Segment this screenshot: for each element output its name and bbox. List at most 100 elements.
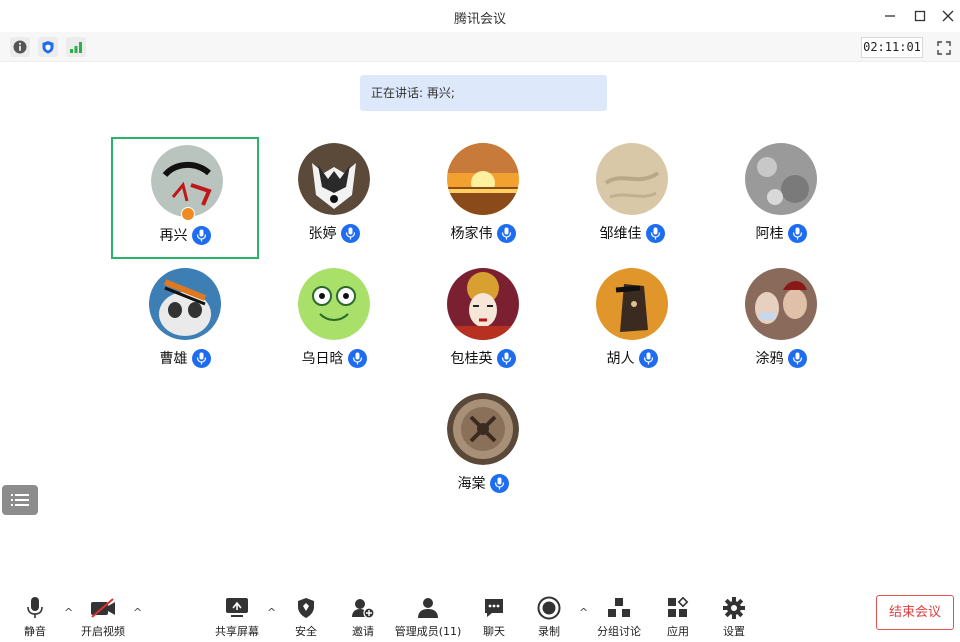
breakout-label: 分组讨论 xyxy=(597,625,641,638)
manage-members-button[interactable]: 管理成员(11) xyxy=(395,596,461,640)
signal-icon[interactable] xyxy=(66,37,86,57)
host-badge-icon xyxy=(181,207,195,221)
microphone-status-icon xyxy=(347,348,367,368)
speaking-banner: 正在讲话: 再兴; xyxy=(360,75,607,111)
participant-tile[interactable]: 胡人 xyxy=(558,262,706,384)
participant-name: 邹维佳 xyxy=(599,226,642,242)
speaking-label: 正在讲话: 再兴; xyxy=(371,86,455,100)
avatar xyxy=(447,268,519,340)
participant-name: 曹雄 xyxy=(159,351,188,367)
apps-button[interactable]: 应用 xyxy=(648,596,708,640)
breakout-button[interactable]: 分组讨论 xyxy=(589,596,649,640)
participant-tile[interactable]: 乌日晗 xyxy=(260,262,408,384)
participant-nameline: 胡人 xyxy=(558,348,706,368)
microphone-status-icon xyxy=(191,348,211,368)
participant-nameline: 涂鸦 xyxy=(707,348,855,368)
participant-name: 杨家伟 xyxy=(450,226,493,242)
list-icon xyxy=(11,494,29,506)
participant-tile[interactable]: 再兴 xyxy=(111,137,259,259)
participant-nameline: 再兴 xyxy=(113,225,257,245)
microphone-status-icon xyxy=(496,348,516,368)
participant-name: 涂鸦 xyxy=(755,351,784,367)
record-label: 录制 xyxy=(538,625,560,638)
video-off-icon xyxy=(90,596,116,620)
list-toggle-button[interactable] xyxy=(2,485,38,515)
chat-button[interactable]: 聊天 xyxy=(464,596,524,640)
avatar xyxy=(745,268,817,340)
record-caret-icon[interactable]: ^ xyxy=(579,607,589,618)
microphone-status-icon xyxy=(638,348,658,368)
participant-nameline: 杨家伟 xyxy=(409,223,557,243)
participant-name: 再兴 xyxy=(159,228,188,244)
participant-nameline: 阿桂 xyxy=(707,223,855,243)
participant-name: 乌日晗 xyxy=(301,351,344,367)
security-label: 安全 xyxy=(295,625,317,638)
participant-tile[interactable]: 张婷 xyxy=(260,137,408,259)
share-screen-button[interactable]: 共享屏幕 xyxy=(207,596,267,640)
record-icon xyxy=(536,596,562,620)
microphone-status-icon xyxy=(787,223,807,243)
participant-tile[interactable]: 杨家伟 xyxy=(409,137,557,259)
participant-nameline: 海棠 xyxy=(409,473,557,493)
mute-label: 静音 xyxy=(24,625,46,638)
security-button[interactable]: 安全 xyxy=(276,596,336,640)
minimize-icon[interactable] xyxy=(880,6,900,26)
members-icon xyxy=(415,596,441,620)
participant-name: 张婷 xyxy=(308,226,337,242)
maximize-icon[interactable] xyxy=(910,6,930,26)
video-caret-icon[interactable]: ^ xyxy=(133,607,143,618)
participant-tile[interactable]: 包桂英 xyxy=(409,262,557,384)
bottom-toolbar: 静音 ^ 开启视频 ^ 共享屏幕 ^ 安全 邀请 管理成员(11) 聊天 录制 … xyxy=(0,590,960,642)
info-icon[interactable] xyxy=(10,37,30,57)
avatar xyxy=(298,143,370,215)
video-button[interactable]: 开启视频 xyxy=(73,596,133,640)
participant-tile[interactable]: 阿桂 xyxy=(707,137,855,259)
avatar xyxy=(596,268,668,340)
participant-tile[interactable]: 海棠 xyxy=(409,387,557,509)
share-screen-icon xyxy=(224,596,250,620)
participant-tile[interactable]: 涂鸦 xyxy=(707,262,855,384)
chat-label: 聊天 xyxy=(483,625,505,638)
end-meeting-button[interactable]: 结束会议 xyxy=(876,595,954,630)
title-bar: 腾讯会议 xyxy=(0,0,960,32)
share-label: 共享屏幕 xyxy=(215,625,259,638)
participant-name: 包桂英 xyxy=(450,351,493,367)
microphone-status-icon xyxy=(340,223,360,243)
mute-button[interactable]: 静音 xyxy=(5,596,65,640)
record-button[interactable]: 录制 xyxy=(519,596,579,640)
breakout-icon xyxy=(606,596,632,620)
microphone-status-icon xyxy=(191,225,211,245)
apps-label: 应用 xyxy=(667,625,689,638)
microphone-status-icon xyxy=(489,473,509,493)
participant-nameline: 包桂英 xyxy=(409,348,557,368)
invite-button[interactable]: 邀请 xyxy=(333,596,393,640)
video-label: 开启视频 xyxy=(81,625,125,638)
participant-nameline: 邹维佳 xyxy=(558,223,706,243)
members-label: 管理成员(11) xyxy=(394,625,462,638)
window-title: 腾讯会议 xyxy=(453,12,506,27)
settings-label: 设置 xyxy=(723,625,745,638)
microphone-status-icon xyxy=(496,223,516,243)
invite-label: 邀请 xyxy=(352,625,374,638)
participant-name: 胡人 xyxy=(606,351,635,367)
info-bar: 02:11:01 xyxy=(0,32,960,62)
shield-icon[interactable] xyxy=(38,37,58,57)
participant-nameline: 乌日晗 xyxy=(260,348,408,368)
participant-name: 阿桂 xyxy=(755,226,784,242)
participant-name: 海棠 xyxy=(457,476,486,492)
close-icon[interactable] xyxy=(938,6,958,26)
chat-icon xyxy=(481,596,507,620)
settings-button[interactable]: 设置 xyxy=(704,596,764,640)
invite-icon xyxy=(350,596,376,620)
avatar xyxy=(447,143,519,215)
participant-tile[interactable]: 曹雄 xyxy=(111,262,259,384)
avatar xyxy=(149,268,221,340)
participant-nameline: 张婷 xyxy=(260,223,408,243)
avatar xyxy=(745,143,817,215)
avatar xyxy=(596,143,668,215)
apps-icon xyxy=(665,596,691,620)
participant-tile[interactable]: 邹维佳 xyxy=(558,137,706,259)
fullscreen-icon[interactable] xyxy=(934,38,954,58)
microphone-icon xyxy=(22,596,48,620)
participant-nameline: 曹雄 xyxy=(111,348,259,368)
